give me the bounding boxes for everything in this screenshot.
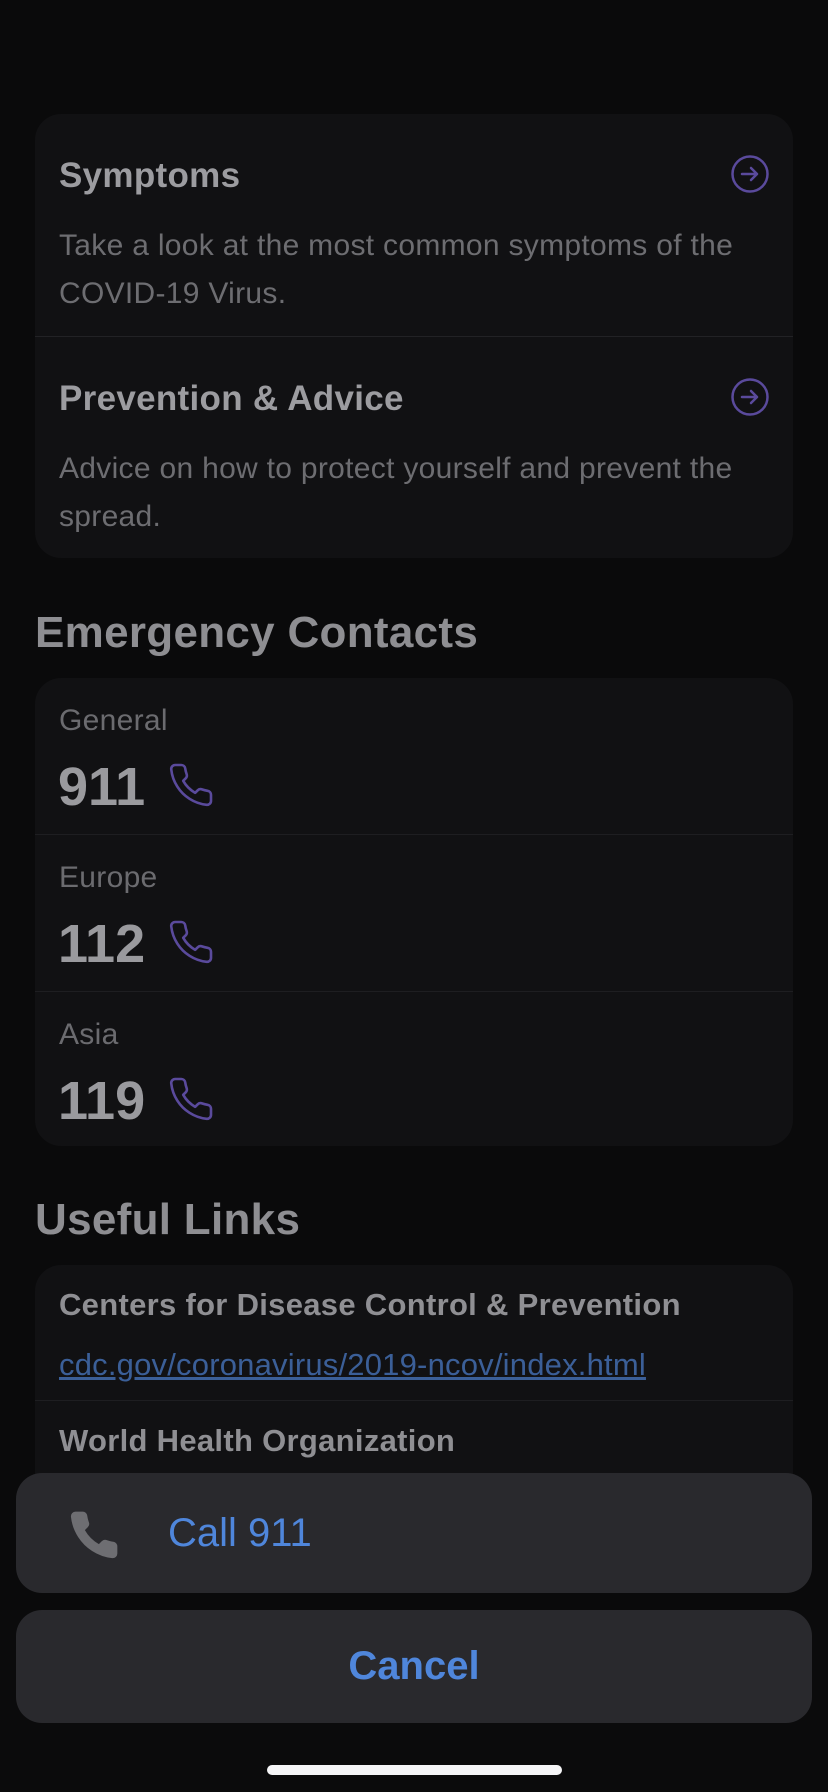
contact-number[interactable]: 112 <box>58 913 145 975</box>
link-url[interactable]: cdc.gov/coronavirus/2019-ncov/index.html <box>59 1347 646 1383</box>
screen: Symptoms Take a look at the most common … <box>0 0 828 1792</box>
symptoms-title: Symptoms <box>59 156 241 195</box>
contact-number[interactable]: 911 <box>58 756 145 818</box>
phone-icon <box>66 1507 122 1563</box>
contact-general[interactable]: General 911 <box>35 678 793 834</box>
link-name: World Health Organization <box>59 1423 456 1458</box>
arrow-right-circle-icon[interactable] <box>730 154 770 194</box>
emergency-section-title: Emergency Contacts <box>35 608 479 657</box>
prevention-title: Prevention & Advice <box>59 379 404 418</box>
symptoms-description: Take a look at the most common symptoms … <box>59 229 734 310</box>
arrow-right-circle-icon[interactable] <box>730 377 770 417</box>
links-section-title: Useful Links <box>35 1195 301 1244</box>
cancel-button[interactable]: Cancel <box>16 1610 812 1723</box>
contact-europe[interactable]: Europe 112 <box>35 834 793 991</box>
link-item-cdc: Centers for Disease Control & Prevention… <box>35 1265 793 1400</box>
phone-icon[interactable] <box>167 918 215 966</box>
info-card: Symptoms Take a look at the most common … <box>35 114 793 558</box>
prevention-item[interactable]: Prevention & Advice Advice on how to pro… <box>35 336 793 558</box>
phone-icon[interactable] <box>167 761 215 809</box>
phone-icon[interactable] <box>167 1075 215 1123</box>
symptoms-item[interactable]: Symptoms Take a look at the most common … <box>35 114 793 336</box>
call-action-button[interactable]: Call 911 <box>16 1473 812 1593</box>
contact-region: Europe <box>59 861 158 894</box>
emergency-contacts-card: General 911 Europe 112 Asia 119 <box>35 678 793 1146</box>
call-label: Call 911 <box>168 1511 312 1555</box>
contact-number[interactable]: 119 <box>58 1070 145 1132</box>
contact-region: General <box>59 704 168 737</box>
link-name: Centers for Disease Control & Prevention <box>59 1287 681 1322</box>
contact-region: Asia <box>59 1018 119 1051</box>
contact-asia[interactable]: Asia 119 <box>35 991 793 1146</box>
useful-links-card: Centers for Disease Control & Prevention… <box>35 1265 793 1505</box>
home-indicator <box>267 1765 562 1775</box>
prevention-description: Advice on how to protect yourself and pr… <box>59 452 733 533</box>
